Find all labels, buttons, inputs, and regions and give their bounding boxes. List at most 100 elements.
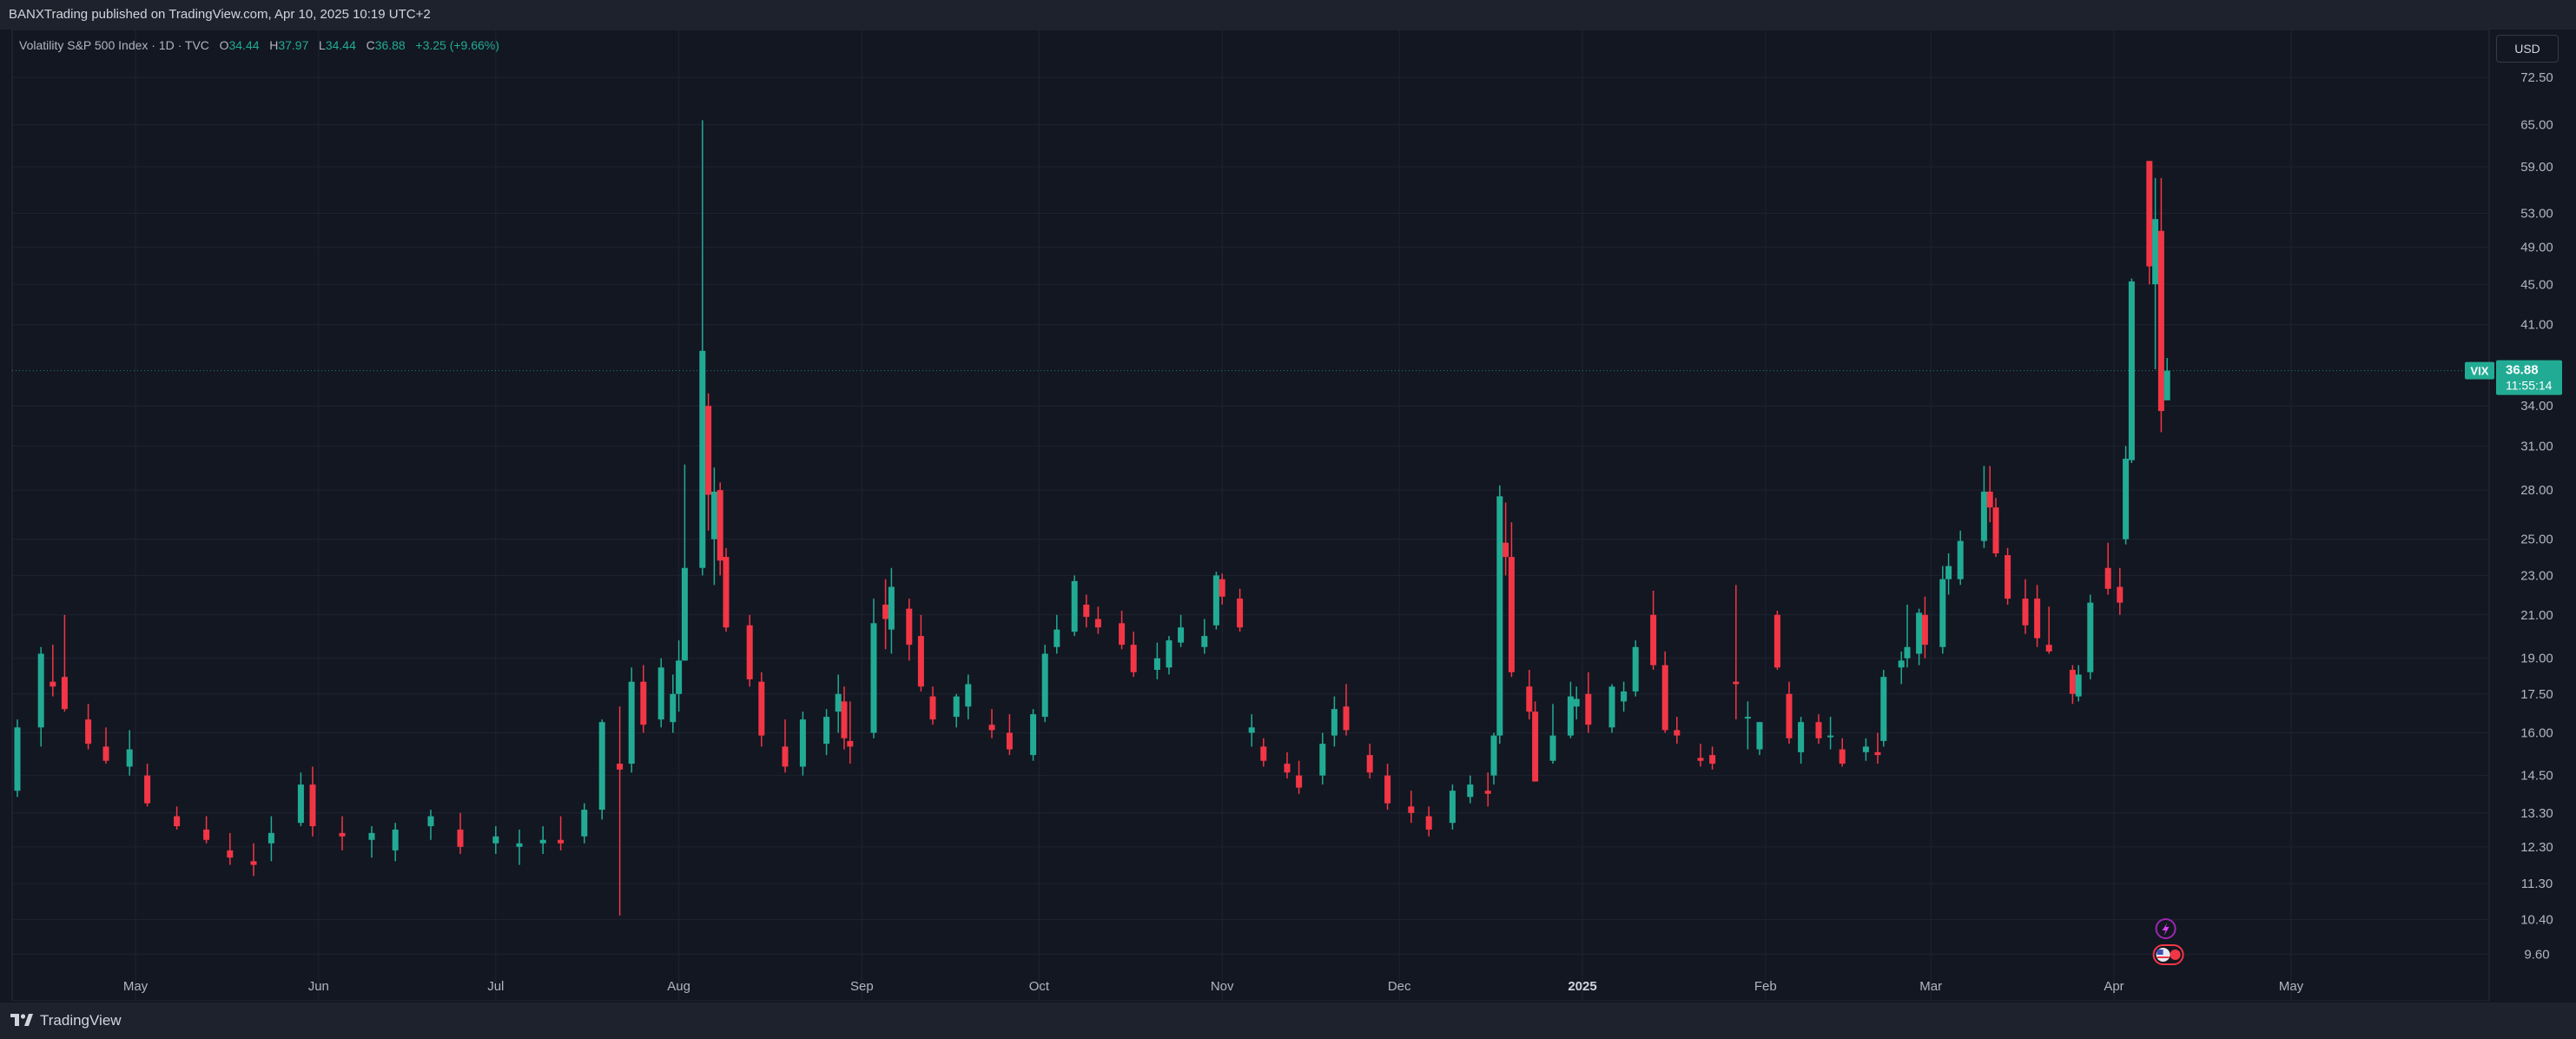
candle — [1030, 709, 1037, 761]
candle-body — [50, 681, 56, 687]
y-tick-label: 65.00 — [2520, 118, 2553, 133]
candle-body — [758, 681, 765, 736]
candle-body — [835, 693, 842, 712]
candle-body — [1319, 744, 1326, 776]
us-flag-canton — [2157, 950, 2163, 955]
candle — [1331, 696, 1338, 747]
symbol-tag-label: VIX — [2471, 365, 2489, 378]
x-tick-label: Aug — [667, 979, 690, 994]
candle-body — [1201, 636, 1208, 647]
candle-body — [906, 608, 913, 645]
x-tick-label: Sep — [850, 979, 874, 994]
candle-body — [392, 829, 399, 850]
candle-body — [268, 832, 274, 844]
plot-border — [11, 30, 2490, 1001]
candle — [929, 686, 936, 725]
candle-body — [61, 677, 68, 710]
candle-body — [457, 829, 464, 847]
candle — [1608, 684, 1615, 733]
candle-body — [250, 861, 257, 865]
candle — [309, 766, 316, 837]
y-tick-label: 16.00 — [2520, 726, 2553, 741]
candle — [1549, 704, 1556, 764]
candle — [1986, 466, 1993, 523]
x-tick-label: Mar — [1919, 979, 1942, 994]
candle — [144, 764, 151, 807]
candle-body — [227, 850, 234, 858]
candle — [1532, 701, 1539, 782]
candle — [581, 803, 588, 844]
candle-body — [1484, 791, 1491, 794]
candle — [841, 686, 848, 750]
candle-body — [1248, 727, 1255, 733]
candle — [1697, 744, 1704, 767]
y-tick-label: 59.00 — [2520, 160, 2553, 175]
candle-body — [1331, 709, 1338, 736]
candle-body — [1343, 706, 1350, 731]
candle-body — [888, 586, 895, 630]
candle-body — [2146, 161, 2153, 267]
candle — [1585, 672, 1592, 733]
candle-body — [2163, 370, 2170, 400]
y-tick-label: 49.00 — [2520, 241, 2553, 255]
candle — [1733, 585, 1740, 720]
candle — [1083, 594, 1090, 628]
candle — [676, 640, 683, 712]
candle — [1880, 670, 1887, 747]
chart-grid — [11, 30, 2490, 1001]
candle — [1496, 485, 1503, 745]
candle — [227, 832, 234, 865]
candle-body — [676, 660, 683, 694]
us-flag-icon — [2152, 944, 2184, 965]
candle-body — [1916, 612, 1923, 654]
candle — [1939, 566, 1946, 654]
candle-body — [1573, 698, 1580, 707]
candle — [917, 614, 924, 692]
candle — [1992, 498, 1999, 558]
candle-body — [1094, 619, 1101, 628]
candle — [2075, 665, 2082, 702]
candle-body — [782, 746, 789, 767]
candle — [1219, 573, 1225, 606]
candle — [1756, 722, 1763, 756]
candle-body — [1366, 755, 1373, 773]
candle-body — [1650, 614, 1657, 665]
candle — [710, 467, 717, 586]
candle-body — [1178, 627, 1185, 643]
candle-body — [657, 667, 664, 720]
candle-body — [1733, 681, 1740, 685]
overlay-layer: VIX 36.8811:55:14 — [12, 360, 2562, 965]
x-tick-label: Nov — [1211, 979, 1234, 994]
candle-body — [1898, 660, 1905, 668]
candle-body — [1284, 764, 1291, 773]
candle — [61, 614, 68, 712]
candle-body — [598, 722, 605, 811]
candle — [1798, 717, 1805, 764]
y-tick-label: 21.00 — [2520, 608, 2553, 623]
candle — [558, 816, 565, 850]
candle — [1284, 751, 1291, 779]
tradingview-logo[interactable]: TradingView — [10, 1012, 122, 1029]
candlestick-chart[interactable]: 72.50 65.00 59.00 53.00 49.00 45.00 41.00 34.00… — [0, 30, 2576, 1001]
candle-body — [339, 832, 346, 837]
x-tick-label: Jul — [487, 979, 504, 994]
x-tick-label: 2025 — [1568, 979, 1596, 994]
candle — [799, 711, 806, 776]
candle — [1041, 645, 1048, 723]
candle-body — [2034, 599, 2041, 639]
candle — [699, 120, 706, 576]
candle-body — [953, 696, 960, 718]
candle-body — [1166, 640, 1172, 668]
candle — [1957, 530, 1964, 586]
lightning-icon — [2155, 918, 2176, 939]
candle — [1260, 738, 1267, 767]
candle-body — [882, 605, 889, 619]
candle-body — [1992, 507, 1999, 553]
tradingview-logo-icon — [10, 1014, 33, 1026]
candle-body — [427, 816, 434, 827]
y-tick-label: 45.00 — [2520, 277, 2553, 292]
candle-body — [297, 784, 304, 824]
candle-body — [144, 775, 151, 804]
candle — [1839, 738, 1846, 767]
candle-body — [1449, 791, 1456, 824]
